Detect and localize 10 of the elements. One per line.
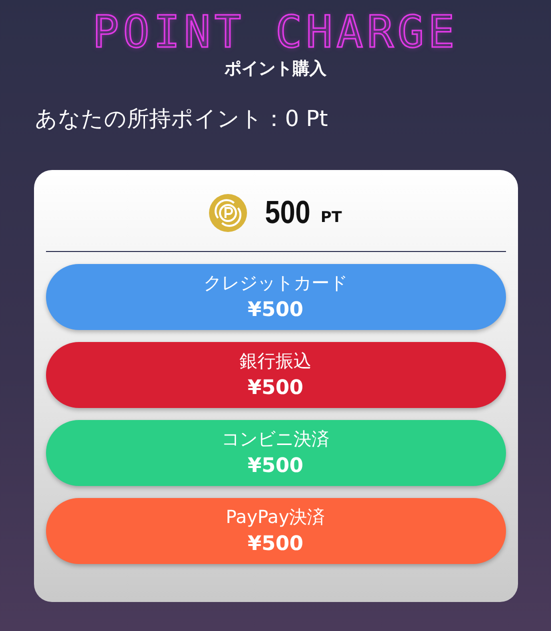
payment-button[interactable]: PayPay決済 ¥500 (46, 498, 506, 564)
payment-button[interactable]: 銀行振込 ¥500 (46, 342, 506, 408)
payment-button[interactable]: コンビニ決済 ¥500 (46, 420, 506, 486)
page-subtitle: ポイント購入 (224, 58, 326, 80)
points-unit: PT (320, 208, 342, 226)
payment-button[interactable]: クレジットカード ¥500 (46, 264, 506, 330)
points-amount: 500 (265, 194, 311, 231)
coin-icon (209, 194, 248, 232)
points-balance: あなたの所持ポイント：0 Pt (35, 106, 328, 134)
page-title: POINT CHARGE (92, 8, 458, 58)
